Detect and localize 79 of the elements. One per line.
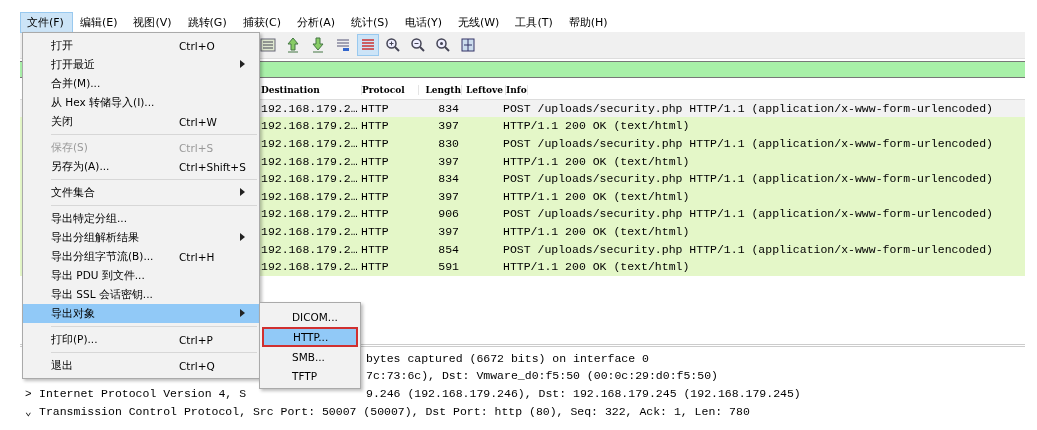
table-cell-text: HTTP — [361, 207, 390, 221]
table-cell: POST /uploads/security.php HTTP/1.1 (application/x-www-form-urlencoded) — [503, 207, 993, 221]
table-cell-text: HTTP — [361, 242, 390, 256]
menu-bar-item[interactable]: 视图(V) — [126, 12, 181, 33]
menu-item[interactable]: TFTP — [262, 367, 358, 385]
menu-bar-item[interactable]: 电话(Y) — [397, 12, 451, 33]
table-cell-text: 906 — [437, 207, 459, 221]
table-cell-text: 591 — [437, 260, 459, 274]
menu-bar-item[interactable]: 帮助(H) — [561, 12, 617, 33]
menu-bar-item[interactable]: 无线(W) — [450, 12, 509, 33]
menu-item[interactable]: 打开最近 — [23, 55, 259, 74]
table-cell-text: 192.168.179.2… — [261, 119, 359, 133]
table-cell: POST /uploads/security.php HTTP/1.1 (application/x-www-form-urlencoded) — [503, 172, 993, 186]
table-cell-text: 192.168.179.2… — [261, 101, 359, 115]
menu-bar-item[interactable]: 捕获(C) — [235, 12, 290, 33]
table-cell: HTTP/1.1 200 OK (text/html) — [503, 119, 690, 133]
expander-icon[interactable]: > — [20, 387, 39, 400]
expander-icon[interactable]: ⌄ — [20, 404, 39, 418]
table-cell-text: HTTP — [361, 154, 390, 168]
submenu-arrow-icon — [240, 233, 245, 241]
menu-item[interactable]: DICOM... — [262, 308, 358, 326]
table-cell-text: 192.168.179.2… — [261, 207, 359, 221]
menu-bar-item[interactable]: 分析(A) — [289, 12, 345, 33]
detail-line[interactable]: 9.246 (192.168.179.246), Dst: 192.168.179.245 (192.168.179.245) — [366, 387, 801, 400]
table-cell-text: HTTP — [361, 101, 390, 115]
menu-bar-item[interactable]: 文件(F) — [20, 12, 73, 33]
table-cell: POST /uploads/security.php HTTP/1.1 (application/x-www-form-urlencoded) — [503, 242, 993, 256]
table-cell-text: HTTP — [361, 137, 390, 151]
menu-bar-item[interactable]: 跳转(G) — [180, 12, 236, 33]
detail-line[interactable]: Internet Protocol Version 4, S — [39, 387, 247, 400]
table-cell-text: 192.168.179.2… — [261, 225, 359, 239]
table-cell-text: 834 — [437, 101, 459, 115]
table-cell-text: 830 — [437, 137, 459, 151]
column-header[interactable]: Destination — [261, 84, 362, 95]
table-cell-text: 854 — [437, 242, 459, 256]
table-cell-text: 192.168.179.2… — [261, 154, 359, 168]
table-cell: HTTP/1.1 200 OK (text/html) — [503, 260, 690, 274]
table-cell-text: 192.168.179.2… — [261, 242, 359, 256]
table-cell-text: HTTP — [361, 225, 390, 239]
submenu-arrow-icon — [240, 60, 245, 68]
menu-bar-item[interactable]: 统计(S) — [344, 12, 398, 33]
menu-item[interactable]: 退出 Ctrl+Q — [23, 356, 259, 375]
menu-bar-item[interactable]: 编辑(E) — [72, 12, 127, 33]
table-cell-text: 192.168.179.2… — [261, 189, 359, 203]
table-cell: POST /uploads/security.php HTTP/1.1 (application/x-www-form-urlencoded) — [503, 101, 993, 115]
table-cell: HTTP/1.1 200 OK (text/html) — [503, 154, 690, 168]
table-cell-text: 834 — [437, 172, 459, 186]
table-cell-text: HTTP — [361, 189, 390, 203]
table-cell-text: 192.168.179.2… — [261, 172, 359, 186]
column-header[interactable]: Length — [419, 84, 462, 95]
colorize-icon[interactable] — [357, 34, 379, 56]
menu-item[interactable]: HTTP... — [262, 327, 358, 347]
table-cell-text: 397 — [437, 225, 459, 239]
menu-item[interactable]: SMB... — [262, 348, 358, 366]
detail-line[interactable]: bytes captured (6672 bits) on interface 0 — [366, 351, 649, 365]
table-cell-text: HTTP — [361, 119, 390, 133]
menu-item[interactable]: 导出 SSL 会话密钥... — [23, 285, 259, 304]
table-cell-text: HTTP — [361, 260, 390, 274]
column-header[interactable]: Protocol — [362, 84, 419, 95]
table-cell: HTTP/1.1 200 OK (text/html) — [503, 225, 690, 239]
menu-bar-item[interactable]: 工具(T) — [508, 12, 562, 33]
submenu-arrow-icon — [240, 309, 245, 317]
menu-item[interactable]: 打印(P)... Ctrl+P — [23, 330, 259, 349]
table-cell-text: 192.168.179.2… — [261, 137, 359, 151]
menu-item[interactable]: 打开 Ctrl+O — [23, 36, 259, 55]
table-cell-text: 397 — [437, 154, 459, 168]
table-cell: POST /uploads/security.php HTTP/1.1 (application/x-www-form-urlencoded) — [503, 137, 993, 151]
column-header[interactable]: Info — [506, 84, 528, 95]
detail-line[interactable]: Transmission Control Protocol, Src Port: 50007 (50007), Dst Port: http (80), Seq: 322, Ack: 1, Len: 780 — [39, 404, 750, 418]
table-cell-text: 397 — [437, 119, 459, 133]
table-cell-text: 192.168.179.2… — [261, 260, 359, 274]
table-cell-text: HTTP — [361, 172, 390, 186]
column-header[interactable]: Leftove — [462, 84, 506, 95]
table-cell: HTTP/1.1 200 OK (text/html) — [503, 189, 690, 203]
menu-item[interactable]: 合并(M)... — [23, 74, 259, 93]
menu-item[interactable]: 导出对象 — [23, 304, 259, 323]
detail-line[interactable]: 7c:73:6c), Dst: Vmware_d0:f5:50 (00:0c:29:d0:f5:50) — [366, 369, 718, 383]
submenu-arrow-icon — [240, 188, 245, 196]
table-cell-text: 397 — [437, 189, 459, 203]
